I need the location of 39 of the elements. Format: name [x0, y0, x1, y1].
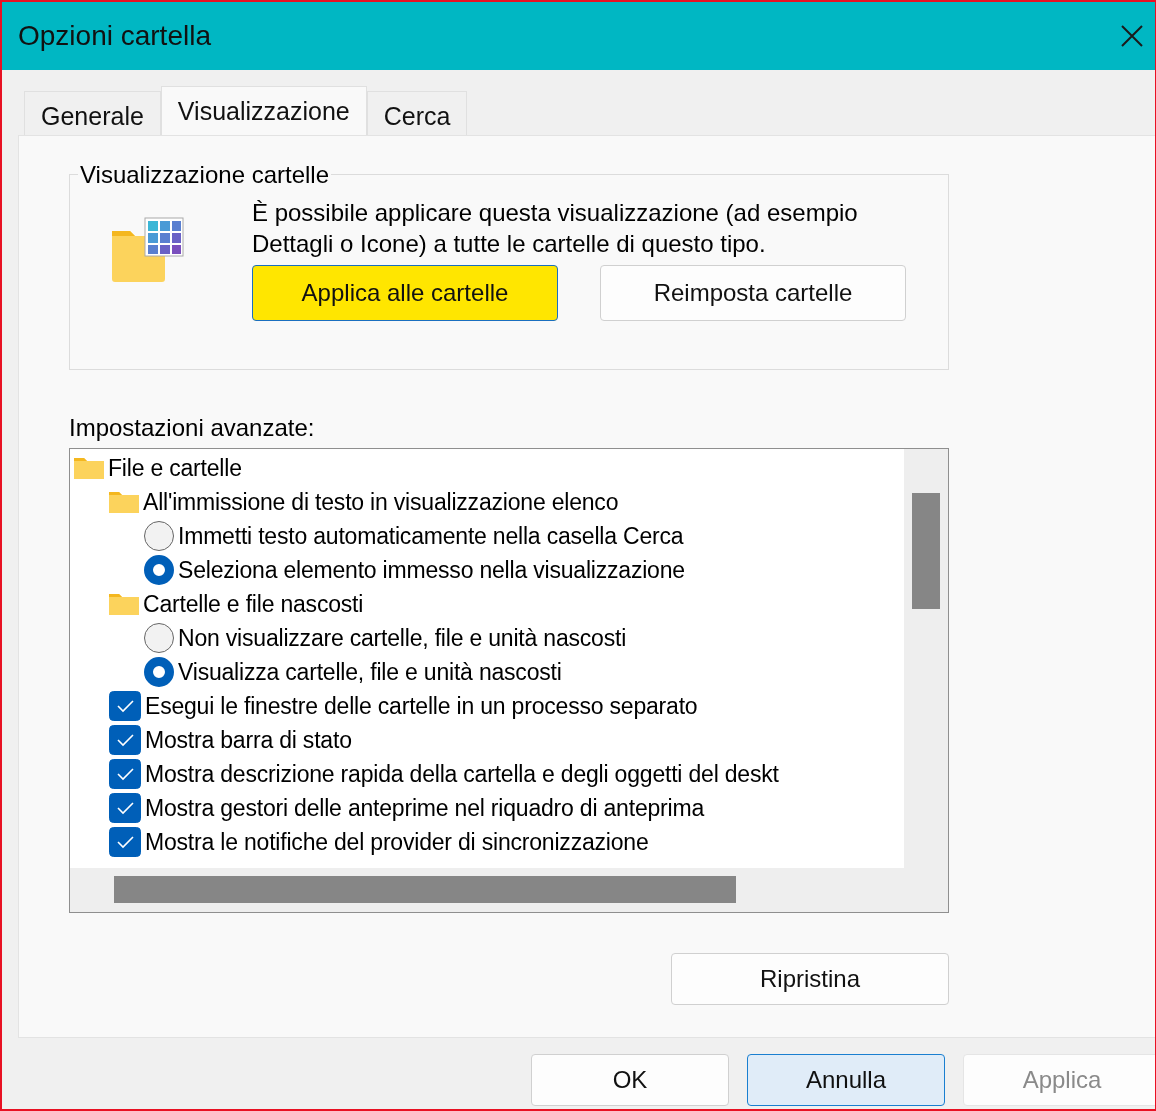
tree-item-label[interactable]: Mostra le notifiche del provider di sincronizzazione: [145, 828, 649, 856]
folder-icon: [74, 457, 104, 479]
radio-button[interactable]: [144, 555, 174, 585]
tree-item-label[interactable]: Seleziona elemento immesso nella visualizzazione: [178, 556, 685, 584]
window-title: Opzioni cartella: [18, 20, 211, 52]
close-icon[interactable]: [1121, 25, 1143, 47]
radio-button[interactable]: [144, 623, 174, 653]
tab[interactable]: Generale: [24, 91, 161, 135]
tree-item-label[interactable]: Mostra descrizione rapida della cartella e degli oggetti del deskt: [145, 760, 779, 788]
dialog-button[interactable]: Annulla: [747, 1054, 945, 1106]
checkbox[interactable]: [109, 827, 141, 857]
scrollbar-thumb[interactable]: [114, 876, 736, 903]
tree-item-label[interactable]: Visualizza cartelle, file e unità nascosti: [178, 658, 562, 686]
checkbox[interactable]: [109, 691, 141, 721]
folder-icon: [109, 491, 139, 513]
description-text: È possibile applicare questa visualizzazione (ad esempio Dettagli o Icone) a tutte le cartelle di questo tipo.: [252, 198, 859, 259]
dialog-button[interactable]: OK: [531, 1054, 729, 1106]
folder-icon: [109, 593, 139, 615]
tree-item-label[interactable]: Mostra gestori delle anteprime nel riquadro di anteprima: [145, 794, 704, 822]
tree-item-label[interactable]: Immetti testo automaticamente nella casella Cerca: [178, 522, 684, 550]
section-label: Impostazioni avanzate:: [69, 414, 316, 442]
checkbox[interactable]: [109, 793, 141, 823]
tree-item-label[interactable]: Cartelle e file nascosti: [143, 590, 364, 618]
restore-button[interactable]: Ripristina: [671, 953, 949, 1005]
folder-grid-icon: [110, 217, 184, 283]
tree-item-label[interactable]: Mostra barra di stato: [145, 726, 352, 754]
tree-item-label[interactable]: Esegui le finestre delle cartelle in un processo separato: [145, 692, 698, 720]
folder-view-button[interactable]: Reimposta cartelle: [600, 265, 906, 321]
radio-button[interactable]: [144, 521, 174, 551]
tree-item-label[interactable]: File e cartelle: [108, 454, 242, 482]
tree-item-label[interactable]: Non visualizzare cartelle, file e unità nascosti: [178, 624, 627, 652]
tab[interactable]: Cerca: [366, 91, 468, 135]
folder-view-button[interactable]: Applica alle cartelle: [252, 265, 558, 321]
tree-item-label[interactable]: All'immissione di testo in visualizzazione elenco: [143, 488, 619, 516]
radio-button[interactable]: [144, 657, 174, 687]
checkbox[interactable]: [109, 759, 141, 789]
checkbox[interactable]: [109, 725, 141, 755]
tab[interactable]: Visualizzazione: [160, 86, 367, 136]
scrollbar-thumb[interactable]: [912, 493, 940, 609]
